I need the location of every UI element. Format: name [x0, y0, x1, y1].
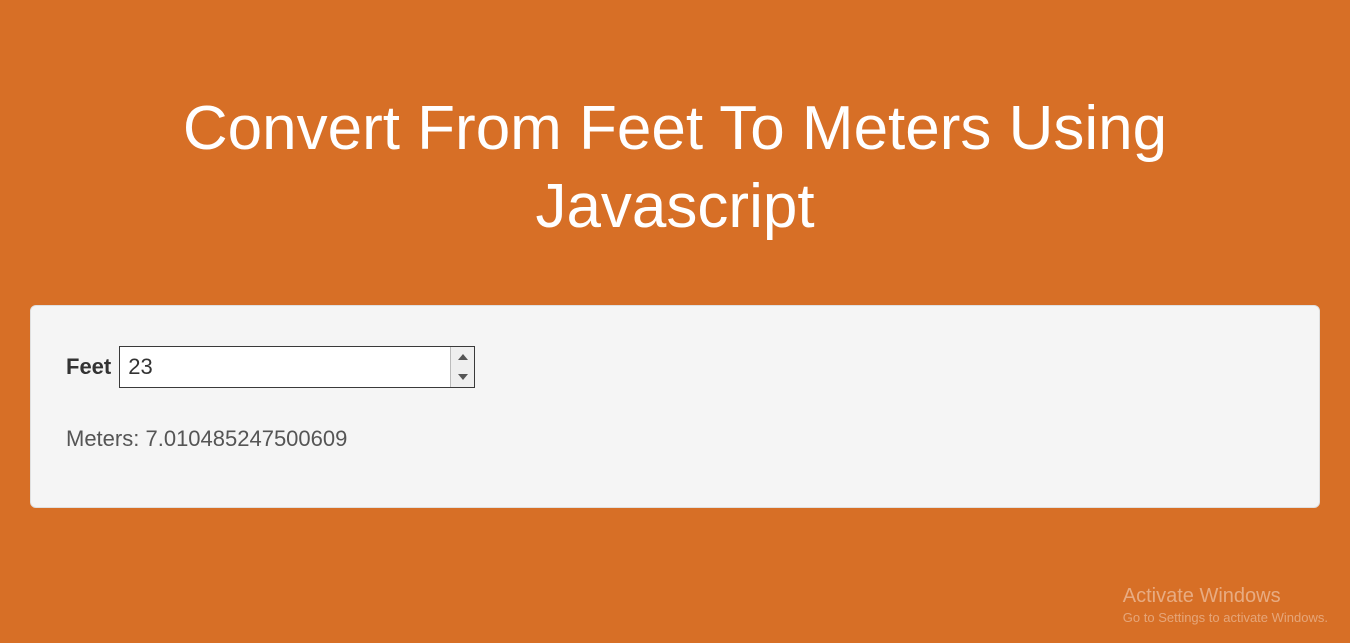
- meters-value: 7.010485247500609: [145, 426, 347, 451]
- chevron-down-icon: [458, 374, 468, 380]
- watermark-subtitle: Go to Settings to activate Windows.: [1123, 610, 1328, 625]
- feet-input[interactable]: [119, 346, 475, 388]
- page-title: Convert From Feet To Meters Using Javasc…: [0, 0, 1350, 285]
- watermark-title: Activate Windows: [1123, 585, 1328, 608]
- feet-input-wrap: [119, 346, 475, 388]
- feet-label: Feet: [66, 354, 111, 380]
- converter-panel: Feet Meters: 7.010485247500609: [30, 305, 1320, 508]
- spinner-up-button[interactable]: [451, 347, 474, 367]
- chevron-up-icon: [458, 354, 468, 360]
- meters-label: Meters:: [66, 426, 139, 451]
- spinner-down-button[interactable]: [451, 367, 474, 387]
- input-row: Feet: [66, 346, 1284, 388]
- windows-activation-watermark: Activate Windows Go to Settings to activ…: [1123, 585, 1328, 625]
- number-spinner: [450, 347, 474, 387]
- output-row: Meters: 7.010485247500609: [66, 426, 1284, 452]
